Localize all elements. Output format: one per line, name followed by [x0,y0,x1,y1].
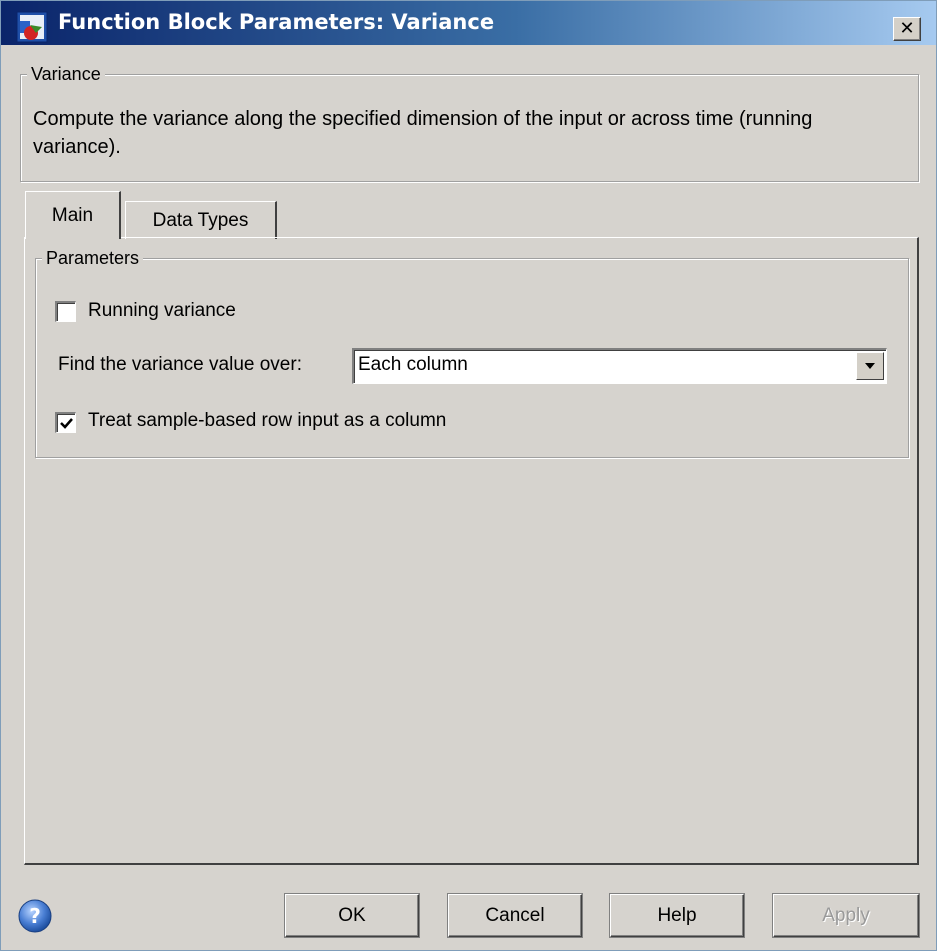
simulink-block-icon [16,11,48,43]
title-bar[interactable]: Function Block Parameters: Variance ✕ [1,1,936,45]
apply-button-label: Apply [822,904,870,926]
window-title: Function Block Parameters: Variance [58,10,495,34]
tab-main-label: Main [51,204,94,226]
treat-row-as-column-label[interactable]: Treat sample-based row input as a column [88,410,446,432]
ok-button-label: OK [338,904,366,926]
tab-main-connector [26,235,119,239]
help-icon[interactable]: ? [17,898,53,934]
apply-button[interactable]: Apply [773,894,919,937]
close-button[interactable]: ✕ [893,17,921,41]
tab-main[interactable]: Main [25,191,121,239]
running-variance-checkbox[interactable] [55,301,76,322]
description-group: Variance Compute the variance along the … [20,63,919,182]
treat-row-as-column-checkbox[interactable] [55,412,76,433]
running-variance-label[interactable]: Running variance [88,300,236,322]
close-icon: ✕ [899,18,915,39]
tab-panel-main: Parameters Running variance Find the var… [24,237,919,865]
cancel-button-label: Cancel [485,904,545,926]
checkmark-icon [59,417,73,429]
parameters-group-legend: Parameters [42,247,144,269]
description-group-legend: Variance [27,63,105,85]
ok-button[interactable]: OK [285,894,419,937]
tab-data-types-label: Data Types [152,209,249,231]
parameters-group: Parameters Running variance Find the var… [35,247,909,458]
svg-text:?: ? [29,904,41,928]
find-over-label: Find the variance value over: [58,354,302,375]
block-description: Compute the variance along the specified… [33,108,813,158]
help-button[interactable]: Help [610,894,744,937]
cancel-button[interactable]: Cancel [448,894,582,937]
dialog-window: Function Block Parameters: Variance ✕ Va… [0,0,937,951]
help-button-label: Help [657,904,697,926]
tab-data-types[interactable]: Data Types [125,201,277,239]
